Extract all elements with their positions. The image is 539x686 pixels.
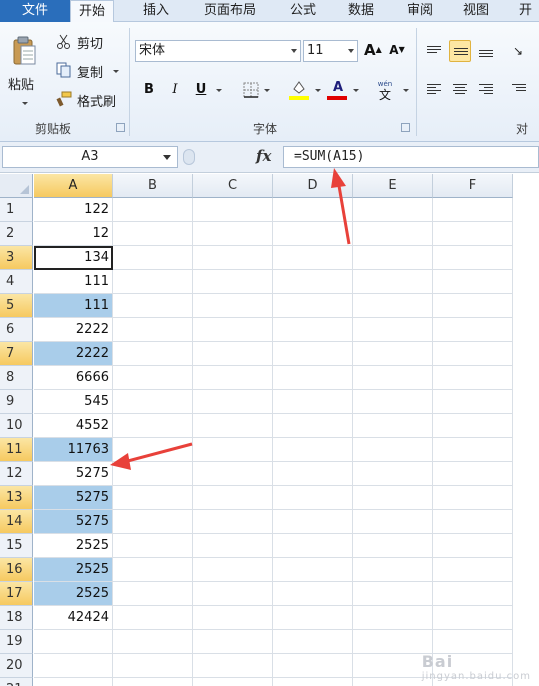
watermark-logo: Bai jingyan.baidu.com <box>422 652 531 682</box>
watermark-text: Bai <box>421 652 454 671</box>
watermark-subtext: jingyan.baidu.com <box>421 671 531 682</box>
annotation-arrow-left <box>110 442 193 470</box>
annotation-arrows <box>110 168 351 470</box>
annotation-arrow-up <box>331 168 351 245</box>
